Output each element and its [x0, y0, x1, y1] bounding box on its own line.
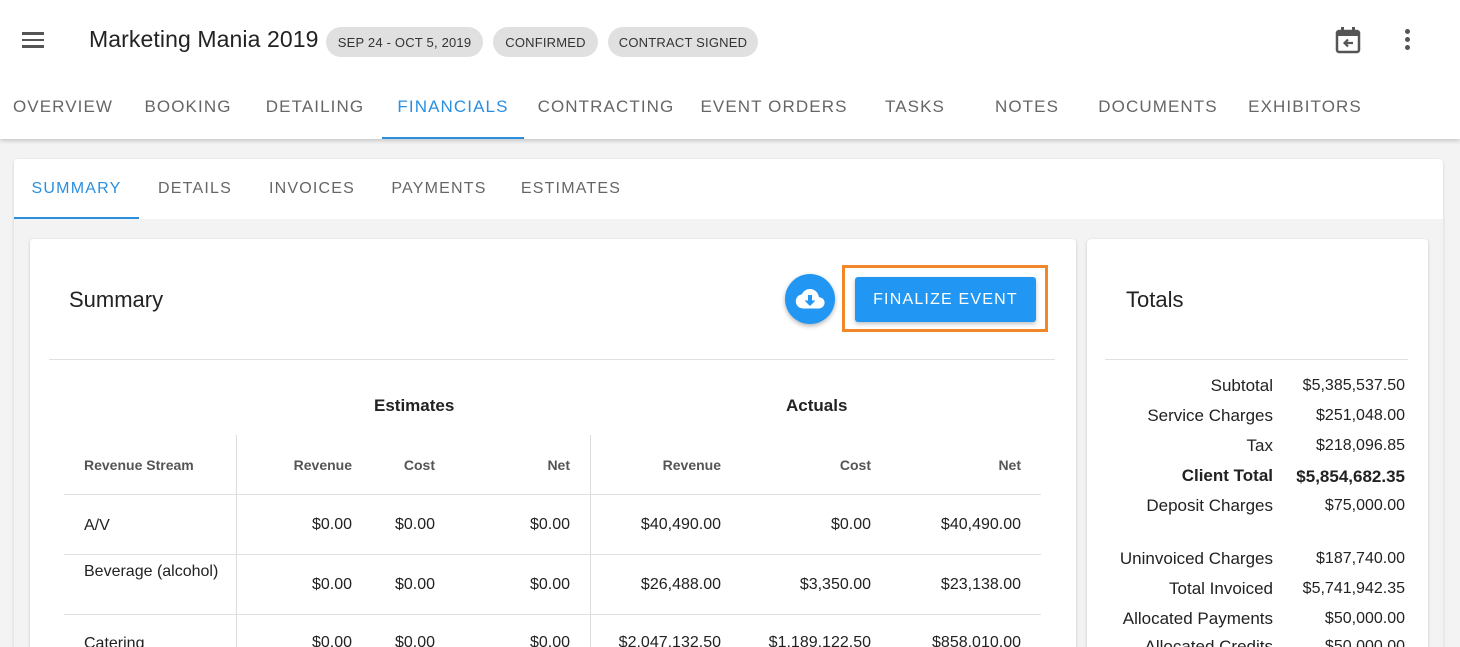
tab-notes[interactable]: NOTES	[972, 97, 1082, 139]
totals-value-client-total: $5,854,682.35	[1296, 467, 1405, 486]
table-cell: $23,138.00	[940, 576, 1021, 593]
table-cell: $0.00	[830, 516, 871, 533]
col-header-act-cost: Cost	[839, 457, 871, 473]
totals-label-client-total: Client Total	[1181, 466, 1273, 485]
table-row-divider	[64, 614, 1041, 615]
totals-value-tax: $218,096.85	[1316, 437, 1405, 454]
totals-value-allocated-payments: $50,000.00	[1324, 610, 1405, 627]
table-cell: $0.00	[311, 576, 352, 593]
table-row-stream: Catering	[84, 635, 145, 647]
tab-contracting[interactable]: CONTRACTING	[528, 97, 684, 139]
totals-label-subtotal: Subtotal	[1210, 376, 1273, 395]
totals-value-deposit-charges: $75,000.00	[1324, 497, 1405, 514]
finalize-event-button[interactable]: FINALIZE EVENT	[855, 277, 1036, 322]
more-vert-icon[interactable]	[1394, 26, 1422, 54]
table-row-divider	[64, 554, 1041, 555]
table-row-stream: A/V	[84, 517, 110, 534]
summary-title: Summary	[69, 287, 164, 312]
subtab-estimates[interactable]: ESTIMATES	[506, 180, 636, 219]
column-divider	[236, 435, 237, 647]
totals-label-tax: Tax	[1246, 436, 1273, 455]
col-header-act-revenue: Revenue	[662, 457, 721, 473]
table-cell: $0.00	[529, 576, 570, 593]
col-header-est-net: Net	[547, 457, 570, 473]
table-cell: $0.00	[394, 576, 435, 593]
cloud-download-icon[interactable]	[785, 274, 835, 324]
totals-label-service-charges: Service Charges	[1147, 406, 1273, 425]
totals-value-service-charges: $251,048.00	[1316, 407, 1405, 424]
totals-value-allocated-credits: $50,000.00	[1324, 638, 1405, 647]
col-header-est-revenue: Revenue	[293, 457, 352, 473]
tab-documents[interactable]: DOCUMENTS	[1086, 97, 1230, 139]
event-dates-chip: SEP 24 - OCT 5, 2019	[326, 27, 483, 57]
table-cell: $40,490.00	[940, 516, 1021, 533]
totals-label-uninvoiced-charges: Uninvoiced Charges	[1119, 549, 1273, 568]
totals-label-allocated-credits: Allocated Credits	[1144, 637, 1273, 647]
table-cell: $40,490.00	[640, 516, 721, 533]
tab-exhibitors[interactable]: EXHIBITORS	[1234, 97, 1376, 139]
event-status-chip: CONFIRMED	[493, 27, 598, 57]
tab-tasks[interactable]: TASKS	[862, 97, 968, 139]
subtab-details[interactable]: DETAILS	[143, 180, 247, 219]
calendar-return-icon[interactable]	[1333, 25, 1363, 55]
col-header-act-net: Net	[998, 457, 1021, 473]
col-header-est-cost: Cost	[403, 457, 435, 473]
tab-financials[interactable]: FINANCIALS	[382, 97, 524, 139]
summary-divider	[49, 359, 1055, 360]
table-cell: $0.00	[394, 516, 435, 533]
table-cell: $0.00	[311, 516, 352, 533]
app-header: Marketing Mania 2019 SEP 24 - OCT 5, 201…	[0, 0, 1460, 139]
tab-booking[interactable]: BOOKING	[128, 97, 248, 139]
table-cell: $2,047,132.50	[618, 634, 721, 647]
totals-title: Totals	[1126, 287, 1184, 312]
col-header-revenue-stream: Revenue Stream	[84, 457, 194, 473]
actuals-group-header: Actuals	[786, 396, 848, 415]
table-cell: $0.00	[394, 634, 435, 647]
totals-divider	[1105, 359, 1408, 360]
table-row-stream: Beverage (alcohol)	[84, 563, 219, 580]
totals-label-allocated-payments: Allocated Payments	[1122, 609, 1273, 628]
table-cell: $858,010.00	[932, 634, 1021, 647]
table-header-divider	[64, 494, 1041, 495]
totals-value-total-invoiced: $5,741,942.35	[1302, 580, 1405, 597]
table-cell: $0.00	[311, 634, 352, 647]
tab-overview[interactable]: OVERVIEW	[0, 97, 126, 139]
subtab-payments[interactable]: PAYMENTS	[376, 180, 502, 219]
totals-label-deposit-charges: Deposit Charges	[1146, 496, 1273, 515]
totals-value-uninvoiced-charges: $187,740.00	[1316, 550, 1405, 567]
column-divider	[590, 435, 591, 647]
table-cell: $0.00	[529, 516, 570, 533]
table-cell: $1,189,122.50	[768, 634, 871, 647]
hamburger-menu-icon[interactable]	[20, 29, 48, 51]
estimates-group-header: Estimates	[374, 396, 455, 415]
table-cell: $0.00	[529, 634, 570, 647]
totals-label-total-invoiced: Total Invoiced	[1169, 579, 1273, 598]
contract-status-chip: CONTRACT SIGNED	[608, 27, 758, 57]
totals-value-subtotal: $5,385,537.50	[1302, 377, 1405, 394]
table-cell: $26,488.00	[640, 576, 721, 593]
tab-event-orders[interactable]: EVENT ORDERS	[690, 97, 858, 139]
subtab-invoices[interactable]: INVOICES	[253, 180, 371, 219]
event-title: Marketing Mania 2019	[89, 26, 319, 52]
subtab-summary[interactable]: SUMMARY	[14, 180, 139, 219]
table-cell: $3,350.00	[799, 576, 871, 593]
tab-detailing[interactable]: DETAILING	[252, 97, 378, 139]
